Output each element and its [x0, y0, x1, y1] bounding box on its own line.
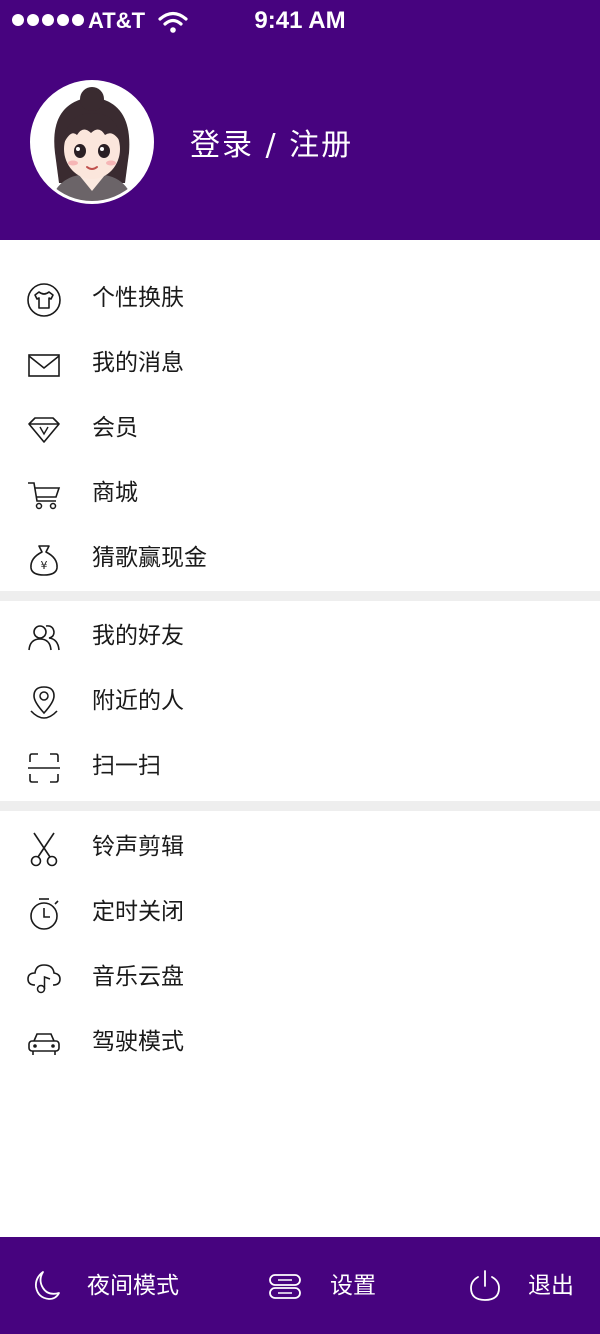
menu-item-label: 个性换肤	[92, 285, 184, 311]
logout-button[interactable]: 退出	[460, 1237, 590, 1334]
menu-item-messages[interactable]: 我的消息	[0, 331, 600, 396]
menu-item-label: 扫一扫	[92, 753, 161, 779]
menu-item-label: 猜歌赢现金	[92, 545, 207, 571]
night-mode-button[interactable]: 夜间模式	[20, 1237, 200, 1334]
menu-item-label: 我的好友	[92, 623, 184, 649]
menu-item-driving-mode[interactable]: 驾驶模式	[0, 1010, 600, 1075]
logout-label: 退出	[528, 1273, 574, 1299]
car-icon	[26, 1026, 62, 1062]
menu-item-shop[interactable]: 商城	[0, 461, 600, 526]
power-icon	[468, 1269, 502, 1303]
cart-icon	[26, 477, 62, 513]
settings-label: 设置	[330, 1273, 376, 1299]
section-divider	[0, 591, 600, 601]
envelope-icon	[26, 347, 62, 383]
menu-item-label: 商城	[92, 480, 138, 506]
profile-header: AT&T 9:41 AM 登录 / 注册	[0, 0, 600, 240]
menu-item-scan[interactable]: 扫一扫	[0, 734, 600, 799]
menu-item-label: 驾驶模式	[92, 1029, 184, 1055]
avatar-portrait-image	[33, 83, 151, 201]
menu-item-label: 我的消息	[92, 350, 184, 376]
location-pin-icon	[26, 685, 62, 721]
section-divider	[0, 801, 600, 811]
menu-item-label: 铃声剪辑	[92, 834, 184, 860]
menu-group-tools: 铃声剪辑 定时关闭 音乐云盘 驾驶模式	[0, 815, 600, 1075]
menu-item-friends[interactable]: 我的好友	[0, 604, 600, 669]
friends-icon	[26, 620, 62, 656]
clock-time: 9:41 AM	[254, 7, 346, 34]
menu-item-sleep-timer[interactable]: 定时关闭	[0, 880, 600, 945]
status-bar: AT&T 9:41 AM	[0, 0, 600, 44]
menu-item-label: 会员	[92, 415, 138, 441]
menu-item-label: 定时关闭	[92, 899, 184, 925]
timer-icon	[26, 896, 62, 932]
menu-group-social: 我的好友 附近的人 扫一扫	[0, 604, 600, 799]
tshirt-icon	[26, 282, 62, 318]
cloud-music-icon	[26, 961, 62, 997]
night-mode-label: 夜间模式	[87, 1273, 179, 1299]
menu-item-ringtone-cut[interactable]: 铃声剪辑	[0, 815, 600, 880]
svg-text:¥: ¥	[41, 559, 48, 572]
menu-item-skin[interactable]: 个性换肤	[0, 266, 600, 331]
scan-icon	[26, 750, 62, 786]
diamond-vip-icon	[26, 412, 62, 448]
menu-item-nearby[interactable]: 附近的人	[0, 669, 600, 734]
moon-icon	[28, 1269, 62, 1303]
bottom-action-bar: 夜间模式 设置 退出	[0, 1237, 600, 1334]
menu-item-label: 音乐云盘	[92, 964, 184, 990]
menu-item-label: 附近的人	[92, 688, 184, 714]
avatar[interactable]	[30, 80, 154, 204]
login-register-link[interactable]: 登录 / 注册	[190, 120, 353, 164]
money-bag-icon: ¥	[26, 542, 62, 578]
menu-item-vip[interactable]: 会员	[0, 396, 600, 461]
scissors-icon	[26, 831, 62, 867]
menu-item-cloud-disk[interactable]: 音乐云盘	[0, 945, 600, 1010]
settings-toggle-icon	[268, 1269, 302, 1303]
settings-button[interactable]: 设置	[260, 1237, 400, 1334]
menu-item-guess-song[interactable]: ¥ 猜歌赢现金	[0, 526, 600, 591]
menu-group-account: 个性换肤 我的消息 会员 商城 ¥ 猜歌赢现金	[0, 266, 600, 591]
